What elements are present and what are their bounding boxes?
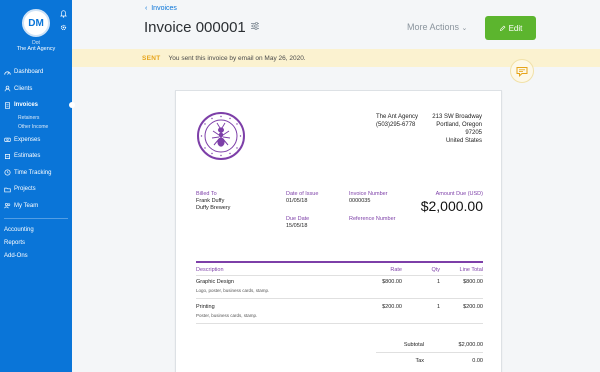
chat-bubble-icon (516, 66, 528, 77)
address-line: United States (445, 138, 482, 144)
line-item-rate: $200.00 (382, 304, 402, 310)
line-item-rate: $800.00 (382, 279, 402, 285)
amount-due-value: $2,000.00 (420, 198, 483, 214)
table-header-divider (196, 275, 483, 276)
column-header-line-total: Line Total (459, 267, 483, 273)
sidebar: DM Dot The Ant Agency Dashboard Clients … (0, 0, 75, 372)
amount-due-label: Amount Due (USD) (435, 191, 483, 197)
invoice-document: The Ant Agency (503)295-6778 213 SW Broa… (175, 90, 502, 372)
line-item-name: Printing (196, 304, 215, 310)
date-of-issue-value: 01/05/18 (286, 198, 308, 204)
estimates-icon (5, 153, 10, 159)
sidebar-item-label: Time Tracking (14, 169, 52, 176)
tax-label: Tax (415, 358, 424, 364)
more-actions-label: More Actions (407, 22, 460, 32)
pencil-icon (499, 25, 505, 31)
subtotal-value: $2,000.00 (458, 342, 483, 348)
invoice-number-label: Invoice Number (349, 191, 388, 197)
sidebar-item-clients[interactable]: Clients (0, 81, 72, 98)
chevron-down-icon: ⌄ (461, 25, 468, 32)
projects-icon (4, 187, 11, 193)
sidebar-item-expenses[interactable]: Expenses (0, 132, 72, 149)
sidebar-item-estimates[interactable]: Estimates (0, 148, 72, 165)
expenses-icon (4, 138, 11, 143)
sliders-icon[interactable] (250, 21, 260, 31)
breadcrumb[interactable]: ‹ Invoices (145, 5, 177, 12)
line-item-qty: 1 (436, 279, 440, 285)
sender-info: The Ant Agency (503)295-6778 (376, 113, 418, 129)
due-date-label: Due Date (286, 216, 310, 222)
sender-phone: (503)295-6778 (376, 122, 416, 128)
bell-icon[interactable] (60, 10, 67, 18)
address-line: Portland, Oregon (436, 122, 482, 128)
sidebar-divider (4, 218, 68, 219)
sidebar-item-my-team[interactable]: My Team (0, 198, 72, 215)
clients-icon (4, 85, 11, 92)
breadcrumb-link[interactable]: Invoices (151, 5, 177, 12)
sidebar-item-label: Dashboard (14, 69, 44, 76)
page-title: Invoice 000001 (144, 19, 246, 36)
sender-name: The Ant Agency (376, 114, 419, 120)
sidebar-item-dashboard[interactable]: Dashboard (0, 64, 72, 81)
status-badge: SENT (142, 54, 161, 62)
gear-icon[interactable] (60, 24, 67, 31)
more-actions-dropdown[interactable]: More Actions ⌄ (407, 22, 467, 32)
sidebar-subitem-other-income[interactable]: Other Income (0, 123, 72, 132)
team-icon (4, 203, 11, 209)
sidebar-item-reports[interactable]: Reports (0, 236, 72, 249)
billed-to-label: Billed To (196, 191, 217, 197)
address-line: 213 SW Broadway (432, 114, 482, 120)
totals-divider (376, 352, 483, 353)
sidebar-item-label: Invoices (14, 102, 39, 109)
line-item-total: $200.00 (463, 304, 483, 310)
sidebar-item-accounting[interactable]: Accounting (0, 223, 72, 236)
line-item-description: Logo, poster, business cards, stamp. (196, 288, 270, 293)
subtotal-label: Subtotal (403, 342, 424, 348)
line-item-name: Graphic Design (196, 279, 234, 285)
column-header-qty: Qty (431, 267, 440, 273)
due-date-value: 15/05/18 (286, 223, 308, 229)
line-item-total: $800.00 (463, 279, 483, 285)
sidebar-item-label: Projects (14, 186, 36, 193)
line-item-description: Poster, business cards, stamp. (196, 313, 258, 318)
tax-value: 0.00 (472, 358, 483, 364)
column-header-description: Description (196, 267, 224, 273)
ant-agency-logo (197, 112, 245, 160)
edit-button[interactable]: Edit (485, 16, 536, 40)
sender-address: 213 SW Broadway Portland, Oregon 97205 U… (432, 113, 482, 145)
sidebar-item-label: Estimates (14, 153, 41, 160)
line-item-qty: 1 (436, 304, 440, 310)
date-of-issue-label: Date of Issue (286, 191, 319, 197)
billed-to-name: Frank Duffy (196, 198, 225, 204)
address-line: 97205 (465, 130, 482, 136)
reference-number-label: Reference Number (349, 216, 396, 222)
line-items-divider (196, 261, 483, 263)
row-divider (196, 298, 483, 299)
comment-button[interactable] (510, 59, 534, 83)
user-company: The Ant Agency (16, 46, 56, 52)
sidebar-item-label: Expenses (14, 136, 41, 143)
billed-to-company: Duffy Brewery (196, 205, 231, 211)
invoice-number-value: 0000035 (349, 198, 371, 204)
status-message: You sent this invoice by email on May 26… (168, 54, 306, 62)
sidebar-item-label: Clients (14, 85, 33, 92)
invoices-icon (5, 102, 10, 109)
sidebar-subitem-retainers[interactable]: Retainers (0, 114, 72, 123)
sidebar-item-projects[interactable]: Projects (0, 181, 72, 198)
clock-icon (4, 169, 11, 176)
dashboard-icon (4, 71, 11, 75)
sidebar-item-invoices[interactable]: Invoices (0, 97, 75, 114)
row-divider (196, 323, 483, 324)
sidebar-item-label: My Team (14, 202, 39, 209)
sidebar-item-add-ons[interactable]: Add-Ons (0, 249, 72, 262)
avatar[interactable]: DM (22, 9, 50, 37)
sidebar-item-time-tracking[interactable]: Time Tracking (0, 165, 72, 182)
sidebar-nav: Dashboard Clients Invoices Retainers Oth… (0, 64, 75, 262)
column-header-rate: Rate (390, 267, 402, 273)
edit-button-label: Edit (508, 23, 523, 33)
